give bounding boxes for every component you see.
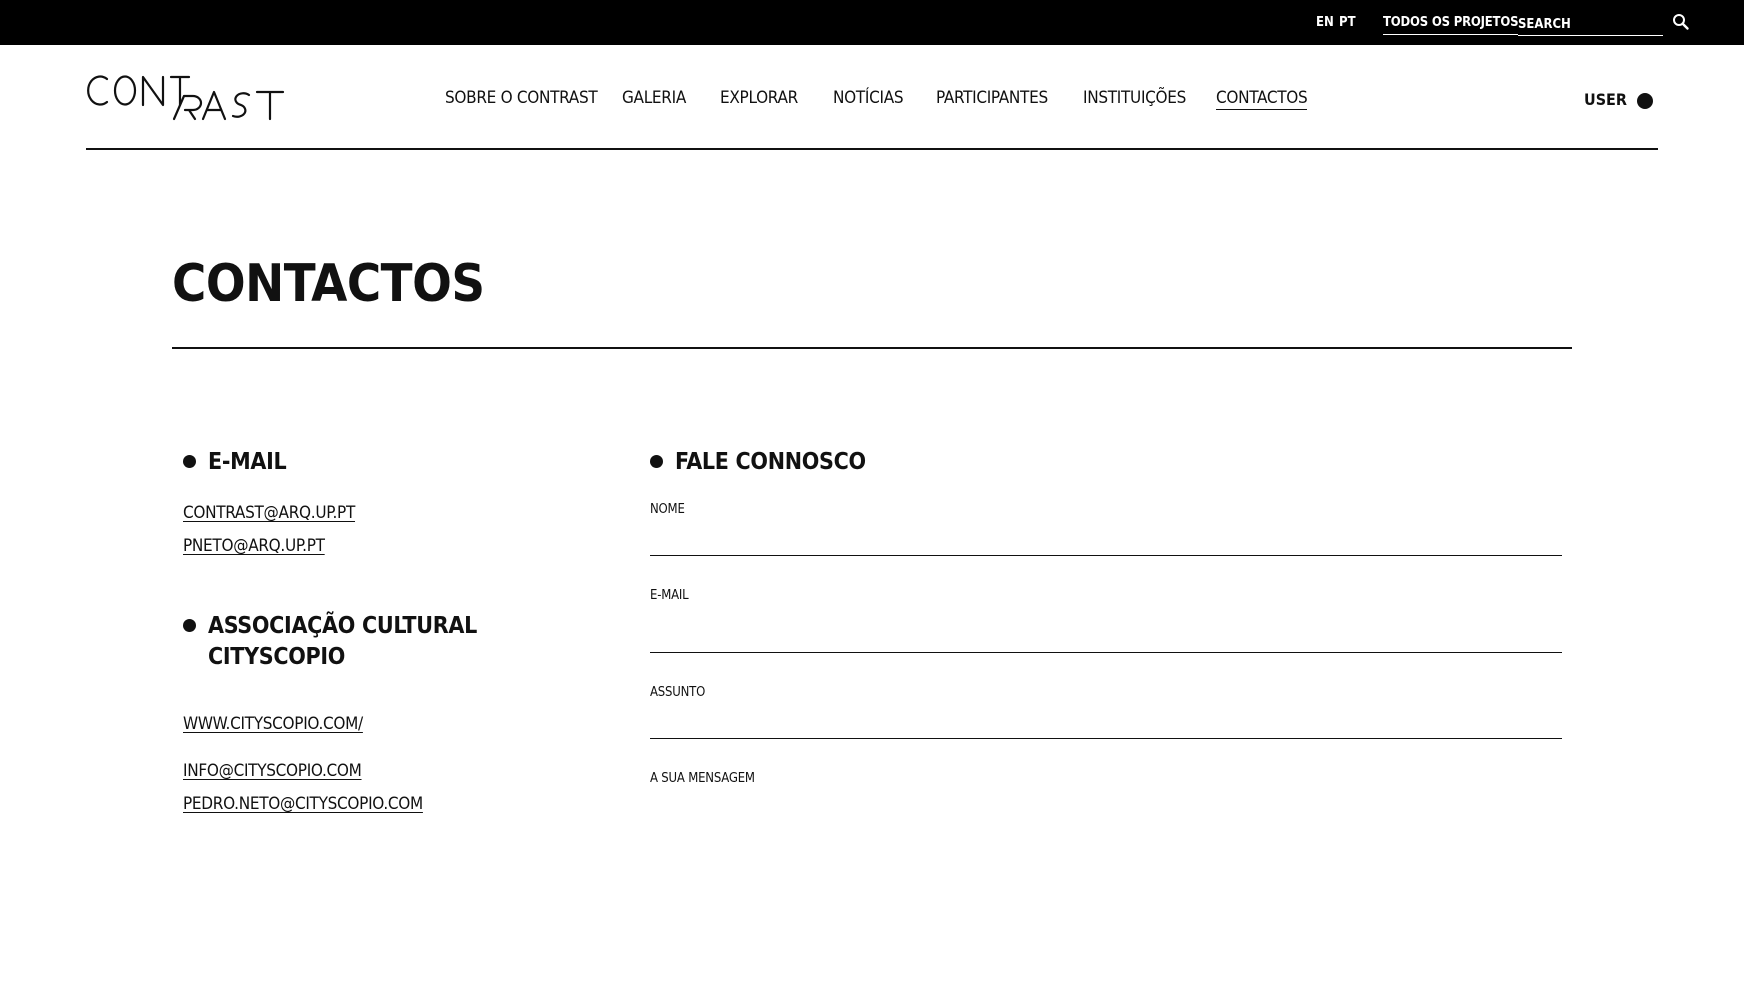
user-status-dot[interactable]	[1637, 93, 1653, 109]
email-link-contrast[interactable]: CONTRAST@ARQ.UP.PT	[183, 503, 355, 523]
language-pt-link[interactable]: PT	[1339, 15, 1356, 30]
contrast-logo[interactable]	[85, 72, 285, 124]
title-divider	[172, 347, 1572, 349]
association-heading-line2: CITYSCOPIO	[208, 644, 346, 670]
search-box	[1518, 13, 1663, 36]
user-menu[interactable]: USER	[1584, 90, 1627, 109]
name-field[interactable]	[650, 528, 1562, 556]
subject-field[interactable]	[650, 711, 1562, 739]
email-heading: E-MAIL	[208, 449, 287, 475]
website-link[interactable]: WWW.CITYSCOPIO.COM/	[183, 714, 363, 734]
association-heading-line1: ASSOCIAÇÃO CULTURAL	[208, 613, 477, 639]
nav-item-participants[interactable]: PARTICIPANTES	[936, 88, 1048, 108]
bullet-icon	[183, 619, 196, 632]
header-divider	[86, 148, 1658, 150]
nav-item-about[interactable]: SOBRE O CONTRAST	[445, 88, 598, 108]
language-en-link[interactable]: EN	[1316, 15, 1334, 30]
nav-item-institutions[interactable]: INSTITUIÇÕES	[1083, 88, 1186, 108]
email-link-pneto[interactable]: PNETO@ARQ.UP.PT	[183, 536, 325, 556]
message-label: A SUA MENSAGEM	[650, 771, 755, 786]
email-link-info[interactable]: INFO@CITYSCOPIO.COM	[183, 761, 362, 781]
email-link-pedro[interactable]: PEDRO.NETO@CITYSCOPIO.COM	[183, 794, 423, 814]
nav-item-gallery[interactable]: GALERIA	[622, 88, 686, 108]
top-bar: EN PT TODOS OS PROJETOS	[0, 0, 1744, 45]
email-field[interactable]	[650, 625, 1562, 653]
bullet-icon	[183, 455, 196, 468]
nav-item-explore[interactable]: EXPLORAR	[720, 88, 798, 108]
message-field[interactable]	[650, 792, 1562, 942]
search-icon[interactable]	[1671, 12, 1691, 32]
subject-label: ASSUNTO	[650, 685, 706, 700]
email-label: E-MAIL	[650, 588, 689, 603]
bullet-icon	[650, 455, 663, 468]
page-title: CONTACTOS	[172, 254, 485, 314]
nav-item-news[interactable]: NOTÍCIAS	[833, 88, 904, 108]
all-projects-link[interactable]: TODOS OS PROJETOS	[1383, 15, 1518, 35]
association-heading: ASSOCIAÇÃO CULTURAL CITYSCOPIO	[208, 611, 477, 673]
name-label: NOME	[650, 502, 685, 517]
search-input[interactable]	[1518, 16, 1658, 32]
form-heading: FALE CONNOSCO	[675, 449, 866, 475]
nav-item-contacts[interactable]: CONTACTOS	[1216, 88, 1308, 110]
